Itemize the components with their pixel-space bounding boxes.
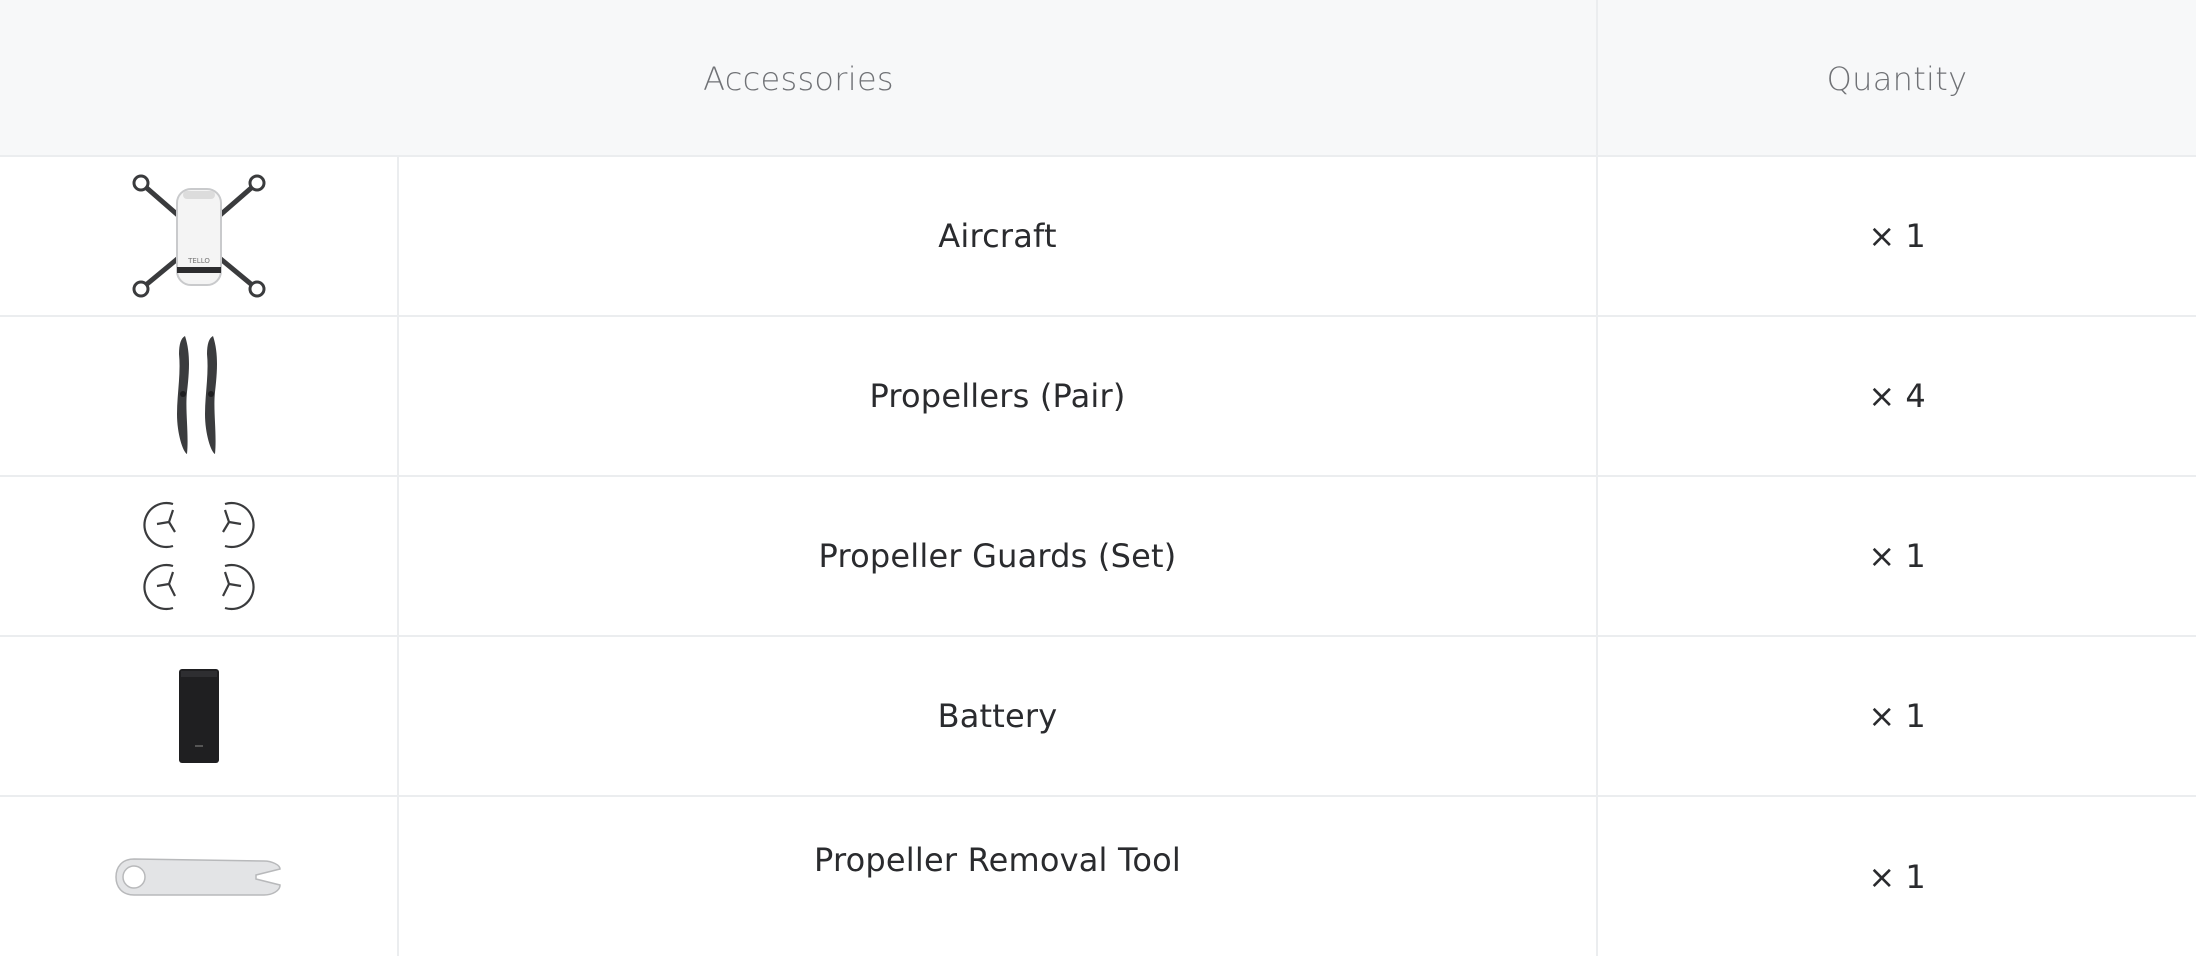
accessories-table: Accessories Quantity TELLO Aircraft × 1 … <box>0 0 2196 956</box>
item-name: Propellers (Pair) <box>869 377 1126 415</box>
item-quantity: × 1 <box>1868 697 1926 735</box>
battery-icon <box>0 637 397 795</box>
propeller-guards-icon <box>0 477 397 635</box>
item-quantity: × 4 <box>1868 377 1926 415</box>
item-quantity: × 1 <box>1868 217 1926 255</box>
drone-icon: TELLO <box>0 157 397 315</box>
table-row: TELLO Aircraft × 1 <box>0 157 2196 317</box>
propellers-icon <box>0 317 397 475</box>
item-quantity: × 1 <box>1868 857 1926 896</box>
item-name: Battery <box>937 697 1058 735</box>
table-header: Accessories Quantity <box>0 0 2196 157</box>
table-row: Propeller Removal Tool × 1 <box>0 797 2196 956</box>
item-name: Propeller Guards (Set) <box>818 537 1177 575</box>
svg-text:TELLO: TELLO <box>187 257 210 265</box>
item-name: Aircraft <box>938 217 1057 255</box>
header-quantity: Quantity <box>1826 59 1968 98</box>
table-row: Propellers (Pair) × 4 <box>0 317 2196 477</box>
item-quantity: × 1 <box>1868 537 1926 575</box>
removal-tool-icon <box>0 797 397 956</box>
table-row: Propeller Guards (Set) × 1 <box>0 477 2196 637</box>
table-row: Battery × 1 <box>0 637 2196 797</box>
item-name: Propeller Removal Tool <box>814 841 1181 879</box>
header-accessories: Accessories <box>703 59 894 98</box>
